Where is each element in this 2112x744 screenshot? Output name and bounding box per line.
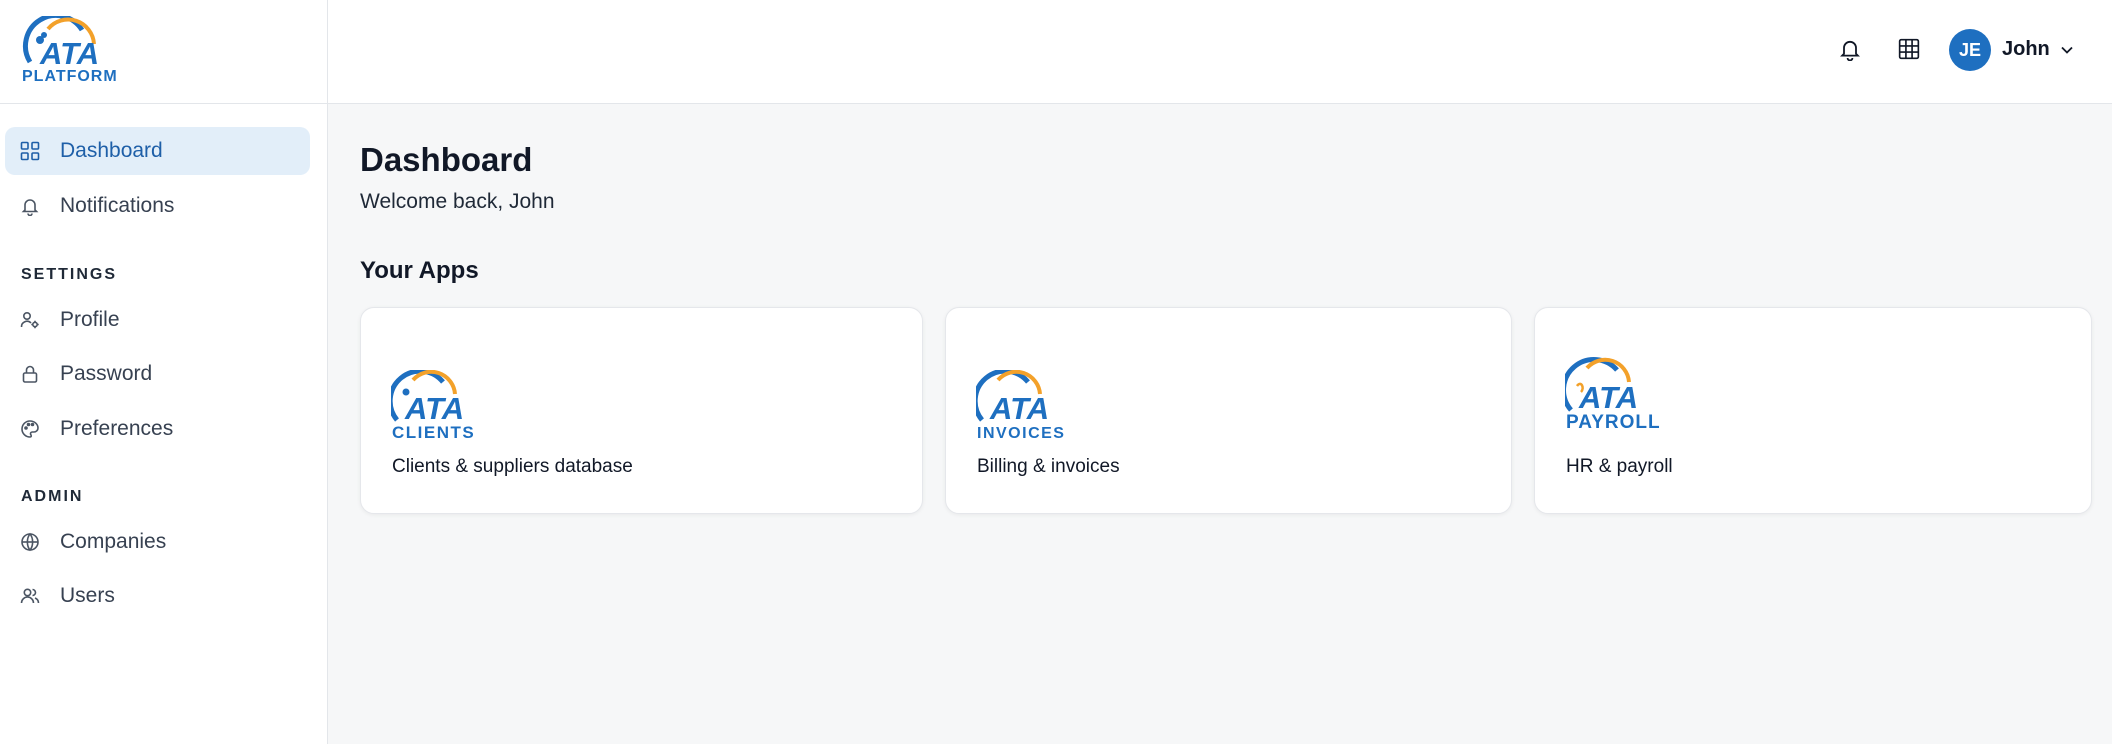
sidebar: ATA PLATFORM Dashboard Notifications SET… bbox=[0, 0, 328, 744]
bell-icon bbox=[1838, 37, 1862, 66]
app-card-description: Clients & suppliers database bbox=[392, 456, 633, 477]
invoices-logo-sub: INVOICES bbox=[977, 425, 1065, 442]
notifications-button[interactable] bbox=[1835, 36, 1865, 66]
clients-logo-text: ATA bbox=[404, 391, 464, 426]
clients-logo: ATA CLIENTS bbox=[387, 368, 521, 444]
app-card-payroll[interactable]: ATA PAYROLL HR & payroll bbox=[1534, 307, 2092, 514]
platform-logo[interactable]: ATA PLATFORM bbox=[20, 12, 146, 85]
app-card-invoices[interactable]: ATA INVOICES Billing & invoices bbox=[945, 307, 1512, 514]
sidebar-item-label: Notifications bbox=[60, 194, 175, 217]
users-icon bbox=[19, 585, 41, 607]
apps-grid-button[interactable] bbox=[1894, 36, 1924, 66]
apps-section-title: Your Apps bbox=[360, 257, 479, 284]
user-name[interactable]: John bbox=[2002, 38, 2050, 61]
app-card-clients[interactable]: ATA CLIENTS Clients & suppliers database bbox=[360, 307, 923, 514]
sidebar-item-users[interactable]: Users bbox=[5, 572, 310, 620]
app-card-description: Billing & invoices bbox=[977, 456, 1120, 477]
payroll-logo-sub: PAYROLL bbox=[1566, 412, 1661, 430]
invoices-logo: ATA INVOICES bbox=[972, 368, 1106, 444]
page-title: Dashboard bbox=[360, 141, 533, 178]
platform-logo-text: ATA bbox=[39, 36, 99, 71]
welcome-text: Welcome back, John bbox=[360, 190, 555, 213]
lock-icon bbox=[19, 363, 41, 385]
payroll-logo: ATA PAYROLL bbox=[1561, 356, 1695, 433]
sidebar-item-label: Profile bbox=[60, 308, 120, 331]
sidebar-item-label: Companies bbox=[60, 530, 167, 553]
palette-icon bbox=[19, 418, 41, 440]
apps-grid-icon bbox=[1898, 38, 1920, 65]
settings-section-title: SETTINGS bbox=[21, 266, 118, 283]
globe-icon bbox=[19, 531, 41, 553]
grid-icon bbox=[19, 140, 41, 162]
clients-logo-sub: CLIENTS bbox=[392, 423, 475, 442]
user-gear-icon bbox=[19, 309, 41, 331]
app-card-description: HR & payroll bbox=[1566, 456, 1673, 477]
sidebar-item-dashboard[interactable]: Dashboard bbox=[5, 127, 310, 175]
sidebar-item-label: Password bbox=[60, 362, 153, 385]
sidebar-item-profile[interactable]: Profile bbox=[5, 296, 310, 344]
sidebar-logo-area: ATA PLATFORM bbox=[0, 0, 327, 104]
payroll-logo-text: ATA bbox=[1578, 380, 1638, 415]
sidebar-item-label: Preferences bbox=[60, 417, 174, 440]
invoices-logo-text: ATA bbox=[989, 391, 1049, 426]
sidebar-item-label: Dashboard bbox=[60, 139, 163, 162]
app-root: ATA PLATFORM Dashboard Notifications SET… bbox=[0, 0, 2112, 744]
bell-icon bbox=[19, 195, 41, 217]
platform-logo-sub: PLATFORM bbox=[22, 68, 118, 84]
sidebar-item-label: Users bbox=[60, 584, 115, 607]
sidebar-item-companies[interactable]: Companies bbox=[5, 518, 310, 566]
sidebar-item-password[interactable]: Password bbox=[5, 350, 310, 398]
chevron-down-icon[interactable] bbox=[2059, 42, 2075, 58]
avatar[interactable]: JE bbox=[1949, 29, 1991, 71]
sidebar-item-notifications[interactable]: Notifications bbox=[5, 182, 310, 230]
sidebar-item-preferences[interactable]: Preferences bbox=[5, 405, 310, 453]
admin-section-title: ADMIN bbox=[21, 488, 84, 505]
